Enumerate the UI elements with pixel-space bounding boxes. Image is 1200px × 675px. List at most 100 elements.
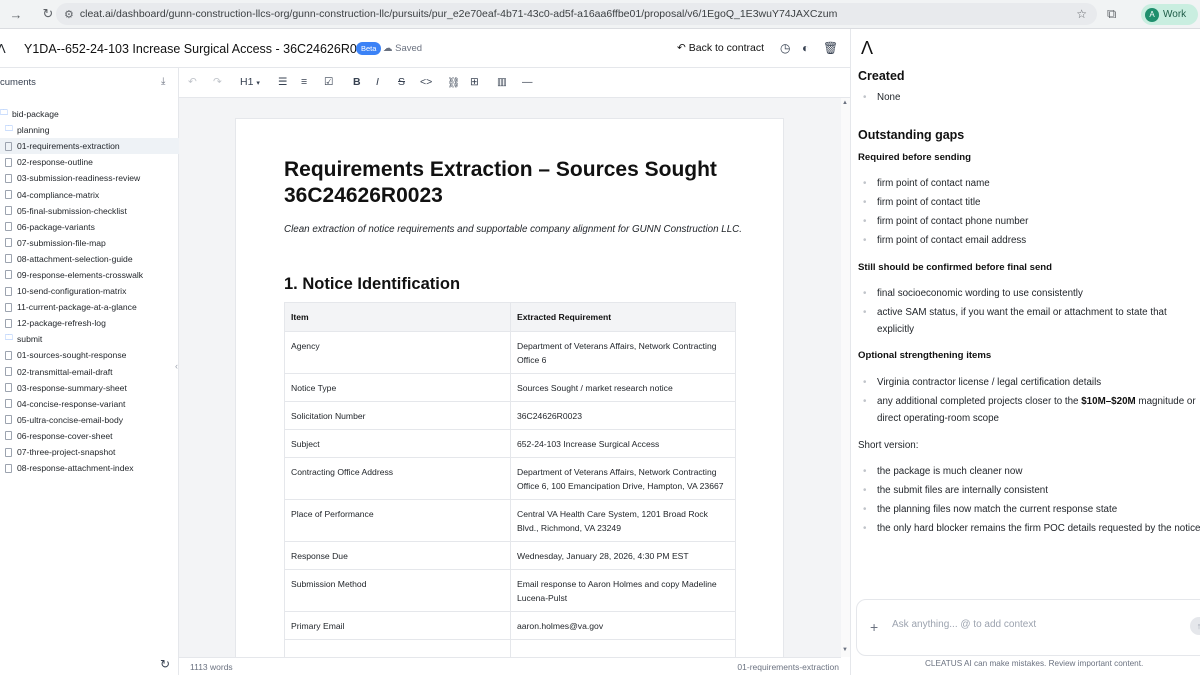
theme-toggle-icon[interactable]: ◐ <box>802 41 809 55</box>
tree-folder[interactable]: 🗀 submit <box>0 331 179 347</box>
file-icon <box>5 318 12 328</box>
history-icon[interactable]: ◷ <box>780 41 790 55</box>
refresh-icon[interactable]: ↻ <box>160 657 170 671</box>
file-icon <box>5 447 12 457</box>
scroll-up-icon[interactable]: ▲ <box>842 100 848 106</box>
ordered-list-icon[interactable]: ≡ <box>301 76 307 88</box>
table-row: Subject 652-24-103 Increase Surgical Acce… <box>284 429 736 458</box>
tree-item-label: 07-submission-file-map <box>17 237 106 248</box>
chat-input[interactable] <box>892 619 1172 630</box>
tree-item-label: 03-response-summary-sheet <box>17 382 127 393</box>
address-bar[interactable]: ⚙ cleat.ai/dashboard/gunn-construction-l… <box>56 3 1097 25</box>
collapse-sidebar-handle[interactable]: ‹ <box>175 361 178 371</box>
tree-file[interactable]: 12-package-refresh-log <box>0 315 179 331</box>
tree-file[interactable]: 08-response-attachment-index <box>0 460 179 476</box>
folder-icon: 🗀 <box>5 124 13 134</box>
forward-arrow-icon[interactable]: → <box>6 4 26 24</box>
status-bar: 1113 words 01-requirements-extraction <box>179 657 841 675</box>
chat-composer: + ↑ <box>856 599 1200 656</box>
tree-file[interactable]: 08-attachment-selection-guide <box>0 251 179 267</box>
bold-icon[interactable]: B <box>353 76 361 88</box>
table-cell-requirement: 652-24-103 Increase Surgical Access <box>510 429 736 458</box>
tree-file[interactable]: 04-concise-response-variant <box>0 396 179 412</box>
tree-file[interactable]: 04-compliance-matrix <box>0 186 179 202</box>
table-cell-requirement: Department of Veterans Affairs, Network … <box>510 331 736 374</box>
table-cell-requirement: Sources Sought / market research notice <box>510 373 736 402</box>
strikethrough-icon[interactable]: S <box>398 76 405 88</box>
tree-file[interactable]: 09-response-elements-crosswalk <box>0 267 179 283</box>
tree-file[interactable]: 11-current-package-at-a-glance <box>0 299 179 315</box>
file-icon <box>5 399 12 409</box>
divider-icon[interactable]: — <box>522 76 533 88</box>
reload-icon[interactable]: ↻ <box>38 4 58 24</box>
tree-file[interactable]: 05-final-submission-checklist <box>0 203 179 219</box>
file-icon <box>5 350 12 360</box>
table-cell-requirement <box>510 639 736 657</box>
tree-file[interactable]: 03-submission-readiness-review <box>0 170 179 186</box>
browser-toolbar: → ↻ ⚙ cleat.ai/dashboard/gunn-constructi… <box>0 0 1200 29</box>
file-icon <box>5 141 12 151</box>
table-header-requirement: Extracted Requirement <box>510 302 736 332</box>
table-row: Primary Email aaron.holmes@va.gov <box>284 611 736 640</box>
table-row: Solicitation Number 36C24626R0023 <box>284 401 736 430</box>
tree-folder[interactable]: 🗀 bid-package <box>0 106 179 122</box>
tree-item-label: 02-response-outline <box>17 157 93 168</box>
tree-item-label: 07-three-project-snapshot <box>17 447 116 458</box>
scroll-down-icon[interactable]: ▼ <box>842 647 848 653</box>
tune-icon[interactable]: ⚙ <box>64 8 74 21</box>
redo-icon[interactable]: ↷ <box>213 76 222 88</box>
tree-file[interactable]: 07-submission-file-map <box>0 235 179 251</box>
table-cell-requirement: Central VA Health Care System, 1201 Broa… <box>510 499 736 542</box>
send-icon[interactable]: ↑ <box>1190 617 1200 635</box>
file-icon <box>5 238 12 248</box>
link-icon[interactable]: ⛓ <box>447 76 460 89</box>
tree-item-label: 04-concise-response-variant <box>17 398 126 409</box>
undo-icon[interactable]: ↶ <box>188 76 197 88</box>
list-item-continuation: explicitly <box>877 324 915 335</box>
tree-file[interactable]: 06-response-cover-sheet <box>0 428 179 444</box>
table-icon[interactable]: ⊞ <box>470 76 479 88</box>
download-icon[interactable]: ⤓ <box>161 76 165 87</box>
tree-file[interactable]: 05-ultra-concise-email-body <box>0 412 179 428</box>
code-icon[interactable]: <> <box>420 76 432 88</box>
tree-file[interactable]: 02-response-outline <box>0 154 179 170</box>
tree-file[interactable]: 01-requirements-extraction <box>0 138 179 155</box>
confirm-label: Still should be confirmed before final s… <box>858 262 1053 273</box>
tree-file[interactable]: 01-sources-sought-response <box>0 347 179 363</box>
italic-icon[interactable]: I <box>376 76 379 88</box>
trash-icon[interactable]: 🗑 <box>823 41 838 55</box>
document-page[interactable]: Requirements Extraction – Sources Sought… <box>235 118 784 657</box>
columns-icon[interactable]: ▥ <box>497 76 507 88</box>
document-title: Y1DA--652-24-103 Increase Surgical Acces… <box>24 42 378 56</box>
list-item: Virginia contractor license / legal cert… <box>863 375 1101 391</box>
file-icon <box>5 270 12 280</box>
back-to-contract-button[interactable]: ↶ Back to contract <box>677 42 764 54</box>
list-item: final socioeconomic wording to use consi… <box>863 286 1083 302</box>
heading-select[interactable]: H1 ▾ <box>240 76 260 88</box>
tree-file[interactable]: 02-transmittal-email-draft <box>0 364 179 380</box>
sidebar-heading: cuments <box>0 77 36 88</box>
tree-file[interactable]: 06-package-variants <box>0 219 179 235</box>
bullet-list-icon[interactable]: ☰ <box>278 76 287 88</box>
list-item: None <box>863 90 901 106</box>
tree-file[interactable]: 07-three-project-snapshot <box>0 444 179 460</box>
extensions-icon[interactable]: ⧉ <box>1107 6 1116 22</box>
table-cell-requirement: Wednesday, January 28, 2026, 4:30 PM EST <box>510 541 736 570</box>
tree-item-label: 05-ultra-concise-email-body <box>17 414 124 425</box>
task-list-icon[interactable]: ☑ <box>324 76 333 88</box>
star-icon[interactable]: ☆ <box>1076 7 1087 21</box>
file-icon <box>5 367 12 377</box>
table-row: Submission Method Email response to Aaron… <box>284 569 736 612</box>
assistant-panel: Λ Created None Outstanding gaps Required… <box>850 29 1200 675</box>
gaps-heading: Outstanding gaps <box>858 128 965 142</box>
folder-icon: 🗀 <box>0 108 8 118</box>
editor-scrollbar[interactable] <box>841 98 850 657</box>
tree-folder[interactable]: 🗀 planning <box>0 122 179 138</box>
tree-file[interactable]: 03-response-summary-sheet <box>0 380 179 396</box>
table-cell-item: Solicitation Number <box>284 401 511 430</box>
logo-icon[interactable]: Λ <box>0 41 6 56</box>
add-context-icon[interactable]: + <box>870 619 878 635</box>
tree-file[interactable]: 10-send-configuration-matrix <box>0 283 179 299</box>
profile-button[interactable]: A Work <box>1141 4 1198 25</box>
requirements-table: Item Extracted Requirement Agency Departm… <box>284 302 736 657</box>
